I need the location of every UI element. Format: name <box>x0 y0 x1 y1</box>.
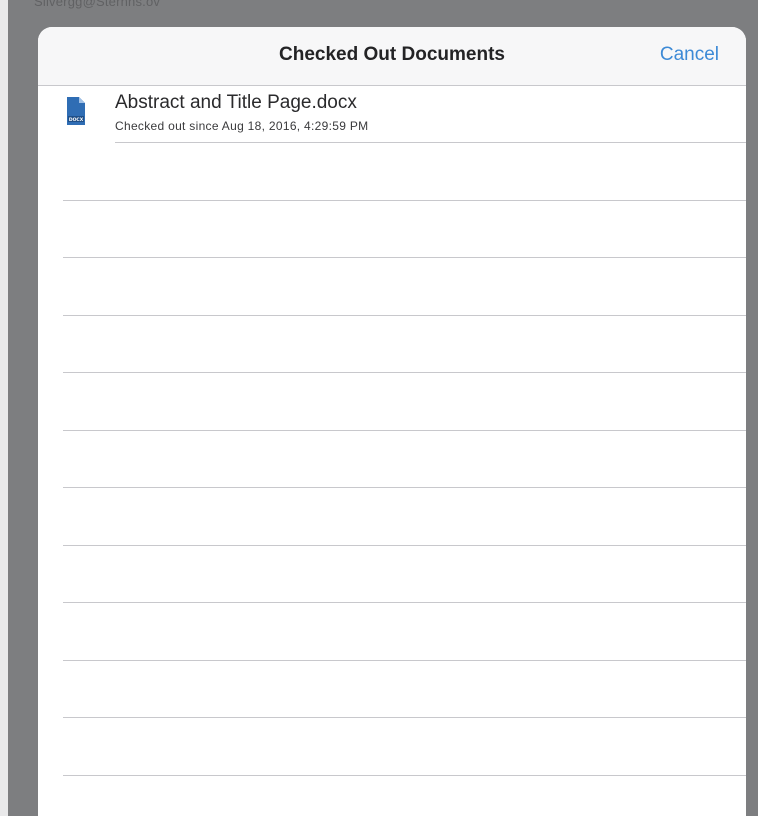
cancel-button[interactable]: Cancel <box>660 44 719 66</box>
word-document-icon: DOCX <box>67 97 85 125</box>
empty-table-rows <box>38 143 746 776</box>
empty-row <box>38 603 746 661</box>
empty-row <box>38 201 746 258</box>
row-divider <box>63 774 746 776</box>
empty-row <box>38 143 746 201</box>
empty-row <box>38 258 746 316</box>
document-row[interactable]: DOCX Abstract and Title Page.docx Checke… <box>38 86 746 143</box>
document-name: Abstract and Title Page.docx <box>115 92 357 113</box>
checked-out-documents-sheet: Checked Out Documents Cancel DOCX Abstra… <box>38 27 746 827</box>
backdrop-edge <box>0 0 8 816</box>
empty-row <box>38 431 746 488</box>
empty-row <box>38 718 746 776</box>
empty-row <box>38 546 746 603</box>
background-account-text: Silvergg@Sternhs.ov <box>34 0 161 9</box>
sheet-title: Checked Out Documents <box>279 44 505 65</box>
empty-row <box>38 661 746 718</box>
empty-row <box>38 316 746 373</box>
sheet-navbar: Checked Out Documents Cancel <box>38 27 746 86</box>
checkout-status: Checked out since Aug 18, 2016, 4:29:59 … <box>115 119 369 133</box>
empty-row <box>38 373 746 431</box>
docx-badge: DOCX <box>69 117 84 123</box>
empty-row <box>38 488 746 546</box>
